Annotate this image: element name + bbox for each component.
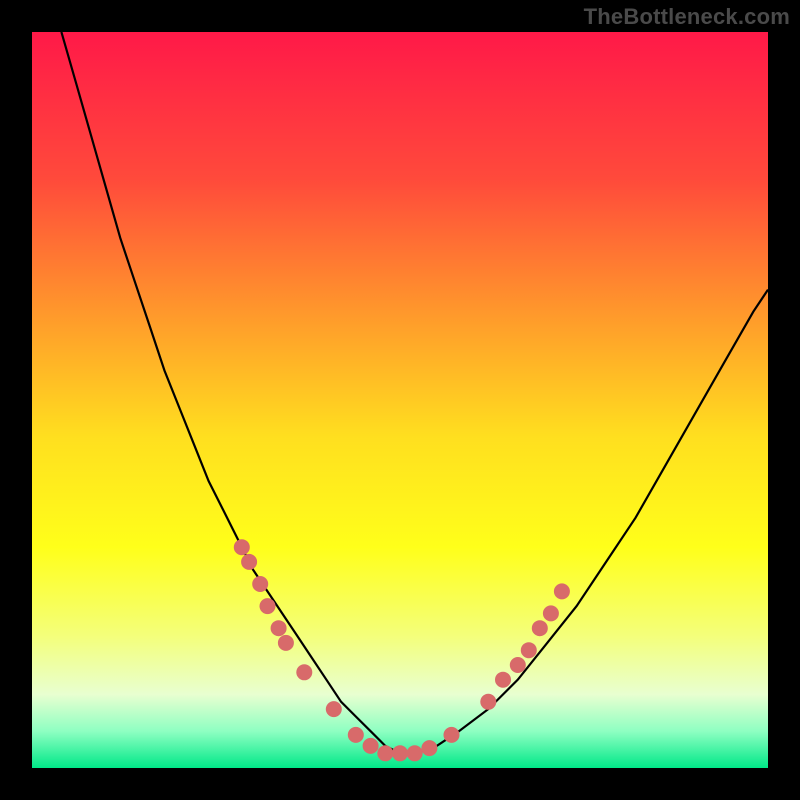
gradient-background (32, 32, 768, 768)
marker-point (252, 576, 268, 592)
marker-point (444, 727, 460, 743)
plot-area (32, 32, 768, 768)
chart-frame: TheBottleneck.com (0, 0, 800, 800)
marker-point (363, 738, 379, 754)
marker-point (543, 605, 559, 621)
marker-point (241, 554, 257, 570)
marker-point (392, 745, 408, 761)
marker-point (271, 620, 287, 636)
marker-point (278, 635, 294, 651)
marker-point (421, 740, 437, 756)
marker-point (407, 745, 423, 761)
marker-point (554, 583, 570, 599)
marker-point (348, 727, 364, 743)
marker-point (521, 642, 537, 658)
marker-point (377, 745, 393, 761)
marker-point (532, 620, 548, 636)
marker-point (480, 694, 496, 710)
marker-point (510, 657, 526, 673)
marker-point (260, 598, 276, 614)
marker-point (234, 539, 250, 555)
watermark-text: TheBottleneck.com (584, 4, 790, 30)
marker-point (495, 672, 511, 688)
chart-svg (32, 32, 768, 768)
marker-point (296, 664, 312, 680)
marker-point (326, 701, 342, 717)
